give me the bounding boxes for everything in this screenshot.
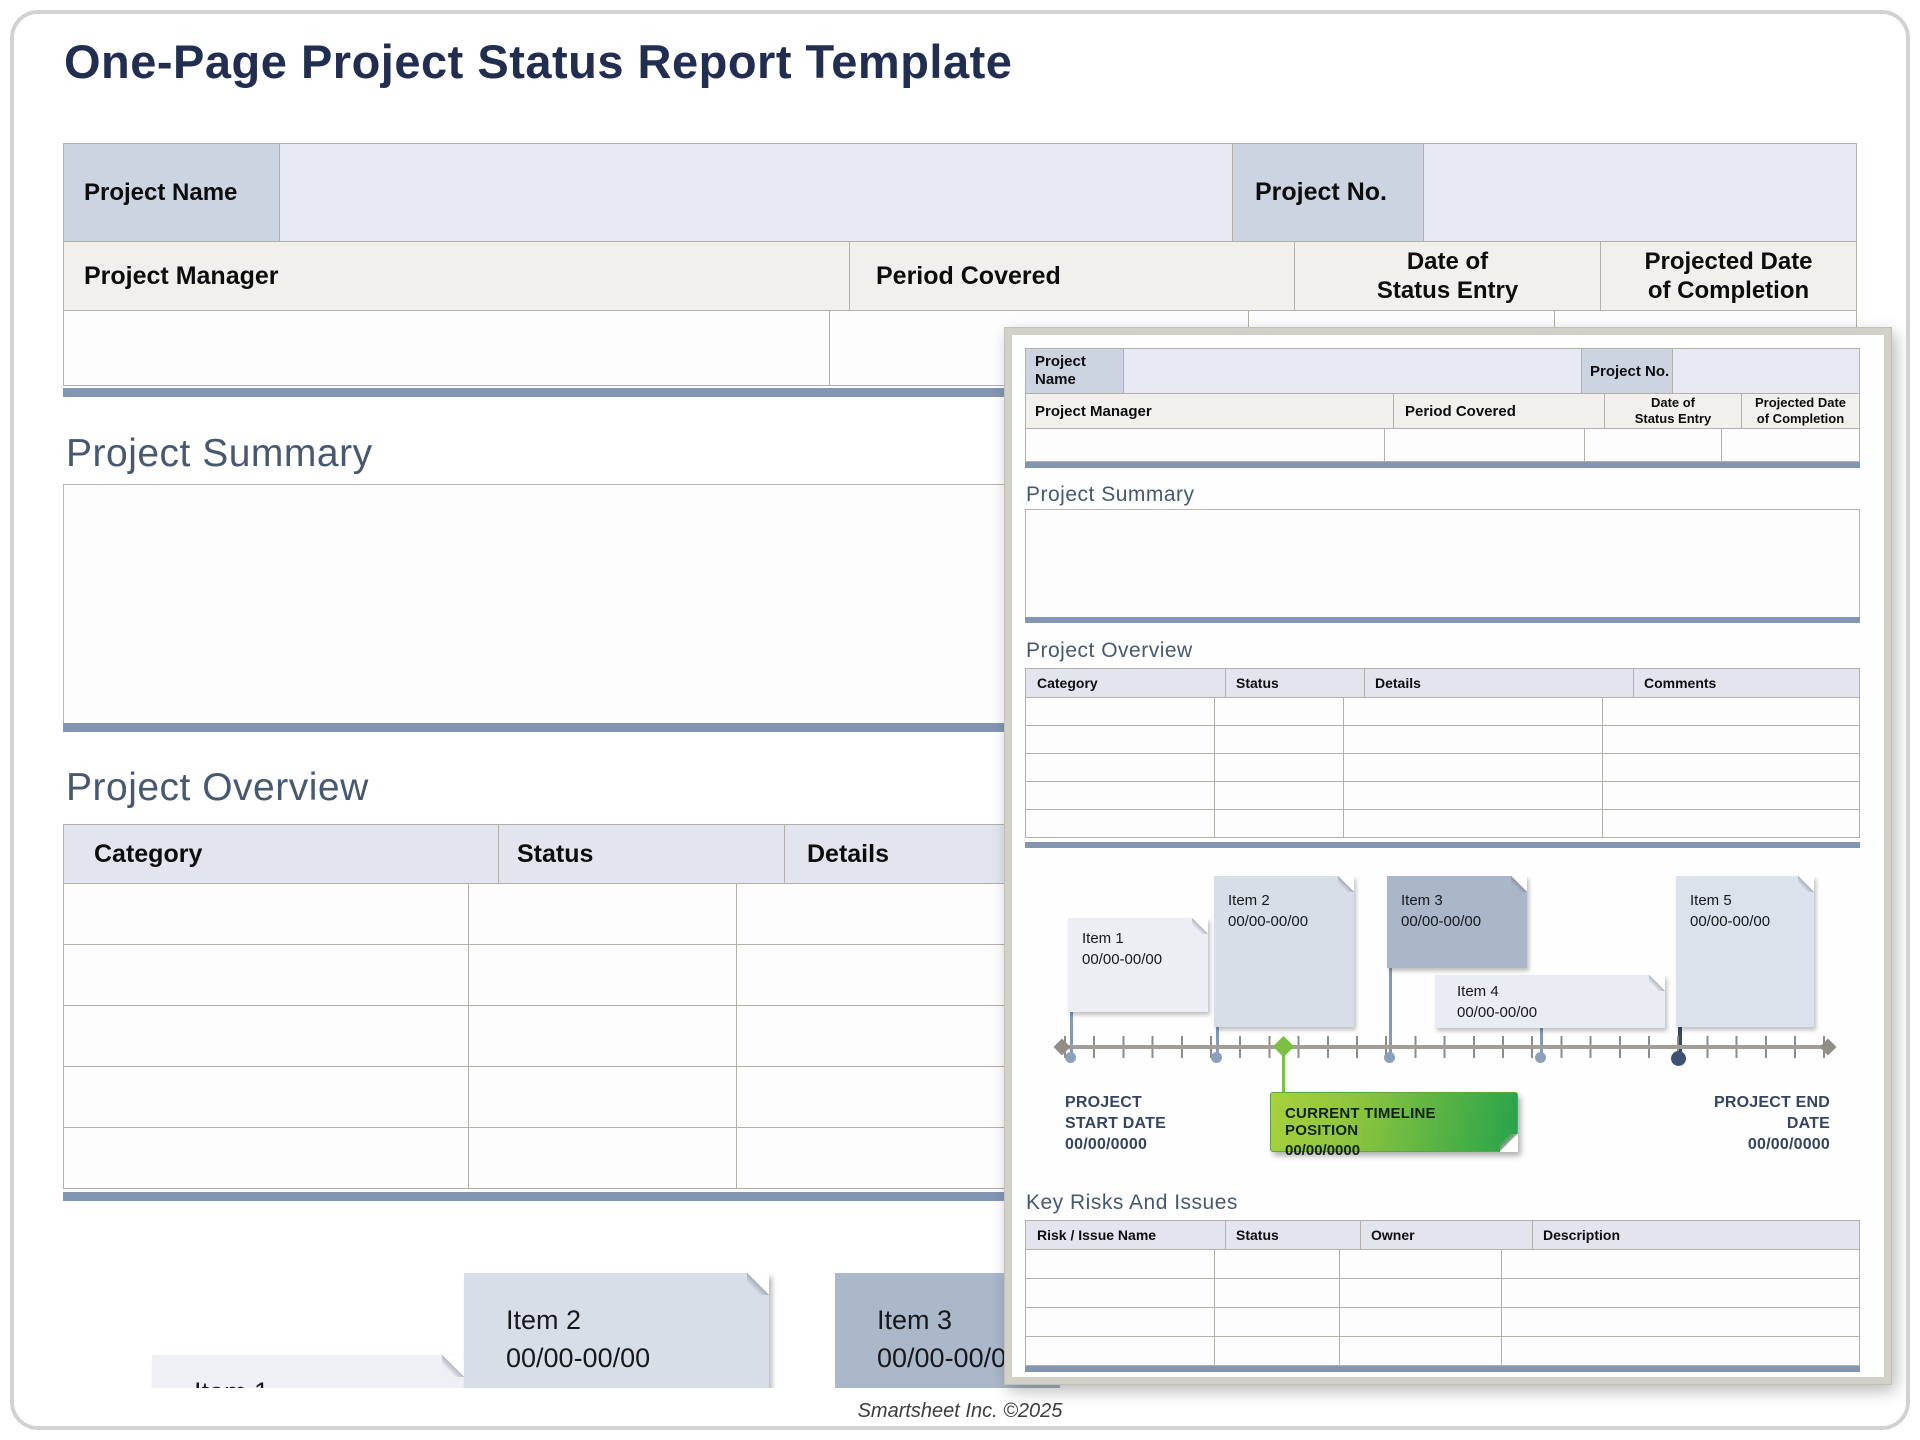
item4-dot-icon [1535,1052,1546,1063]
item1-dot-icon [1065,1052,1076,1063]
bg-overview-col-status: Status [499,825,784,883]
item-name: Item 4 [1457,981,1665,1002]
bg-overview-heading: Project Overview [66,766,369,810]
inset-timeline-item-3: Item 3 00/00-00/00 [1387,876,1527,968]
item-dates: 00/00-00/00 [506,1339,769,1377]
inset-risks-cell[interactable] [1340,1250,1501,1278]
inset-risks-cell[interactable] [1215,1337,1339,1365]
bg-timeline-item-2: Item 2 00/00-00/00 [464,1273,769,1388]
inset-timeline-item-2: Item 2 00/00-00/00 [1214,876,1354,1027]
inset-risks-cell[interactable] [1502,1337,1859,1365]
current-position-label: CURRENT TIMELINE POSITION [1285,1105,1503,1139]
item-name: Item 5 [1690,890,1814,911]
footer-credit: Smartsheet Inc. ©2025 [0,1400,1920,1423]
inset-risks-cell[interactable] [1340,1308,1501,1336]
bg-timeline-item-1: Item 1 00/00-00/00 [152,1355,464,1388]
fold-corner-icon [1649,975,1665,991]
inset-risks-cell[interactable] [1026,1250,1214,1278]
inset-timeline-item-5: Item 5 00/00-00/00 [1676,876,1814,1027]
bg-project-no-field[interactable] [1424,144,1856,241]
inset-risks-divider [1025,1366,1860,1372]
item-dates: 00/00-00/00 [1082,949,1208,970]
bg-period-covered-label: Period Covered [850,242,1294,310]
item3-dot-icon [1384,1052,1395,1063]
fold-corner-icon [1798,876,1814,892]
fold-corner-icon [1338,876,1354,892]
bg-overview-cell[interactable] [469,1006,736,1066]
inset-timeline-item-4: Item 4 00/00-00/00 [1435,975,1665,1028]
bg-overview-col-category: Category [64,825,498,883]
inset-risks-col-description: Description [1533,1221,1859,1249]
bg-date-of-status-entry-label: Date of Status Entry [1295,242,1600,310]
bg-overview-cell[interactable] [64,1128,468,1188]
inset-risks-col-owner: Owner [1361,1221,1532,1249]
page-title: One-Page Project Status Report Template [64,34,1012,89]
bg-project-no-label: Project No. [1233,144,1423,241]
inset-risks-cell[interactable] [1215,1250,1339,1278]
template-preview-page: One-Page Project Status Report Template … [0,0,1920,1440]
project-end-date-label: PROJECT END DATE 00/00/0000 [1630,1092,1830,1155]
fold-corner-icon [1511,876,1527,892]
current-position-callout: CURRENT TIMELINE POSITION 00/00/0000 [1270,1092,1518,1152]
bg-overview-cell[interactable] [469,945,736,1005]
bg-project-manager-field[interactable] [64,311,829,385]
template-inset-preview: Project Name Project No. Project Manager… [1005,328,1891,1384]
bg-overview-cell[interactable] [64,1067,468,1127]
inset-risks-cell[interactable] [1026,1337,1214,1365]
inset-risks-col-status: Status [1226,1221,1360,1249]
bg-overview-cell[interactable] [469,1067,736,1127]
inset-timeline-item-1: Item 1 00/00-00/00 [1068,918,1208,1012]
bg-project-name-field[interactable] [280,144,1232,241]
timeline-ruler [1060,1045,1830,1049]
inset-risks-heading: Key Risks And Issues [1026,1191,1238,1215]
current-position-date: 00/00/0000 [1285,1142,1503,1159]
item-name: Item 1 [194,1373,464,1388]
item-name: Item 2 [506,1301,769,1339]
inset-risks-cell[interactable] [1340,1279,1501,1307]
item2-dot-icon [1211,1052,1222,1063]
item-dates: 00/00-00/00 [1228,911,1354,932]
bg-overview-cell[interactable] [469,1128,736,1188]
project-start-date-label: PROJECT START DATE 00/00/0000 [1065,1092,1166,1155]
bg-overview-cell[interactable] [64,945,468,1005]
item-name: Item 3 [1401,890,1527,911]
bg-overview-cell[interactable] [64,884,468,944]
inset-risks-col-name: Risk / Issue Name [1026,1221,1225,1249]
inset-risks-cell[interactable] [1502,1250,1859,1278]
inset-risks-cell[interactable] [1026,1279,1214,1307]
item-dates: 00/00-00/00 [1401,911,1527,932]
inset-risks-cell[interactable] [1502,1308,1859,1336]
bg-overview-cell[interactable] [64,1006,468,1066]
item-name: Item 1 [1082,928,1208,949]
inset-risks-table: Risk / Issue Name Status Owner Descripti… [1025,1220,1860,1366]
bg-overview-cell[interactable] [469,884,736,944]
bg-timeline-crop: Item 1 00/00-00/00 Item 2 00/00-00/00 It… [0,1262,1060,1388]
bg-project-manager-label: Project Manager [64,242,849,310]
inset-risks-cell[interactable] [1340,1337,1501,1365]
inset-risks-cell[interactable] [1502,1279,1859,1307]
item-dates: 00/00-00/00 [1690,911,1814,932]
fold-corner-icon [1500,1134,1518,1152]
inset-risks-cell[interactable] [1215,1279,1339,1307]
item-dates: 00/00-00/00 [1457,1002,1665,1023]
fold-corner-icon [442,1355,464,1377]
fold-corner-icon [747,1273,769,1295]
bg-projected-date-label: Projected Date of Completion [1601,242,1856,310]
inset-risks-cell[interactable] [1026,1308,1214,1336]
fold-corner-icon [1192,918,1208,934]
item5-dot-icon [1671,1051,1686,1066]
bg-summary-heading: Project Summary [66,432,373,476]
inset-risks-cell[interactable] [1215,1308,1339,1336]
bg-project-name-label: Project Name [64,144,279,241]
item-name: Item 2 [1228,890,1354,911]
